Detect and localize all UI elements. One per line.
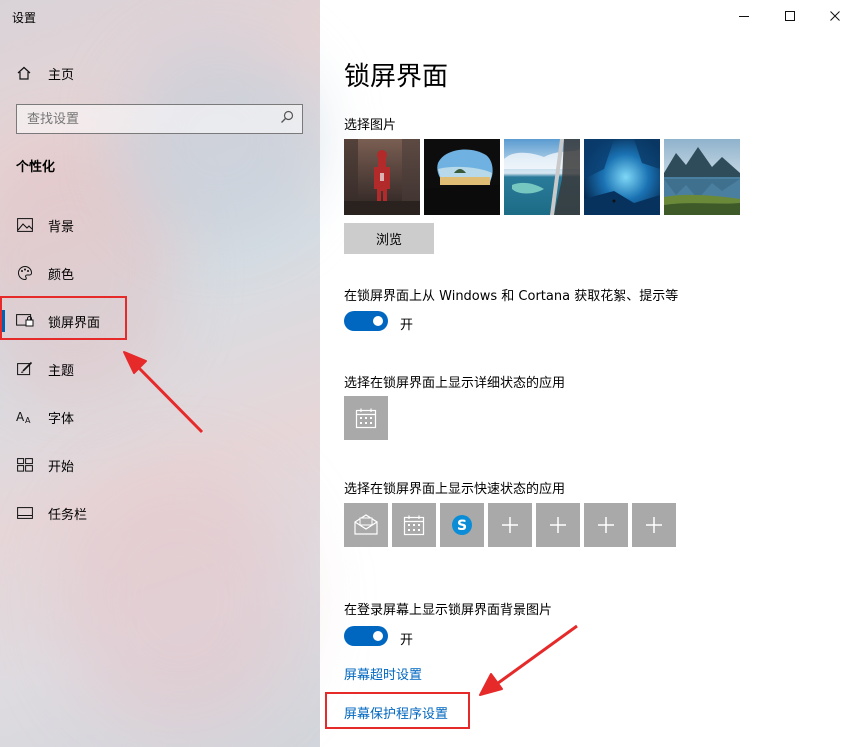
sidebar-item-label: 开始 — [48, 459, 75, 475]
section-title: 个性化 — [16, 160, 56, 175]
fun-facts-label: 在锁屏界面上从 Windows 和 Cortana 获取花絮、提示等 — [344, 289, 679, 304]
search-input[interactable] — [27, 111, 257, 127]
fun-facts-state: 开 — [400, 318, 414, 333]
detailed-status-app-calendar[interactable] — [344, 396, 388, 440]
start-icon — [16, 457, 34, 473]
add-app-button[interactable] — [536, 503, 580, 547]
signin-background-state: 开 — [400, 633, 414, 648]
add-app-button[interactable] — [632, 503, 676, 547]
window-title: 设置 — [12, 11, 37, 25]
sidebar-item-fonts[interactable]: AA 字体 — [0, 405, 320, 429]
main-content: 锁屏界面 选择图片 浏览 在锁屏界面上从 Windows 和 Cortana 获… — [320, 0, 858, 747]
annotation-highlight-box — [0, 296, 127, 340]
taskbar-icon — [16, 505, 34, 521]
maximize-button[interactable] — [767, 0, 813, 32]
choose-picture-label: 选择图片 — [344, 118, 397, 133]
plus-icon — [646, 517, 662, 533]
search-box[interactable] — [16, 104, 303, 134]
browse-button[interactable]: 浏览 — [344, 223, 434, 254]
sidebar-item-start[interactable]: 开始 — [0, 453, 320, 477]
font-icon: AA — [16, 409, 34, 425]
detailed-status-label: 选择在锁屏界面上显示详细状态的应用 — [344, 376, 566, 391]
home-nav-item[interactable]: 主页 — [16, 62, 74, 84]
picture-thumbnail[interactable] — [344, 139, 420, 215]
close-icon — [830, 11, 840, 21]
sidebar-item-themes[interactable]: 主题 — [0, 357, 320, 381]
calendar-icon — [355, 408, 377, 429]
sidebar-item-label: 背景 — [48, 219, 75, 235]
sidebar-item-colors[interactable]: 颜色 — [0, 261, 320, 285]
sidebar-item-label: 字体 — [48, 411, 75, 427]
plus-icon — [598, 517, 614, 533]
picture-icon — [16, 217, 34, 233]
skype-icon: S — [452, 515, 472, 535]
sidebar-item-label: 主题 — [48, 363, 75, 379]
sidebar-item-label: 任务栏 — [48, 507, 88, 523]
quick-status-app-mail[interactable] — [344, 503, 388, 547]
annotation-highlight-box — [325, 692, 470, 729]
quick-status-app-skype[interactable]: S — [440, 503, 484, 547]
minimize-button[interactable] — [721, 0, 767, 32]
calendar-icon — [403, 515, 425, 536]
home-icon — [16, 65, 32, 81]
fun-facts-toggle[interactable] — [344, 311, 388, 331]
search-icon[interactable] — [280, 110, 294, 128]
minimize-icon — [739, 16, 749, 17]
quick-status-label: 选择在锁屏界面上显示快速状态的应用 — [344, 482, 566, 497]
palette-icon — [16, 265, 34, 281]
page-title: 锁屏界面 — [344, 62, 449, 92]
mail-icon — [354, 514, 378, 535]
picture-thumbnail[interactable] — [664, 139, 740, 215]
home-label: 主页 — [48, 67, 75, 83]
svg-text:A: A — [25, 416, 31, 425]
add-app-button[interactable] — [584, 503, 628, 547]
plus-icon — [550, 517, 566, 533]
add-app-button[interactable] — [488, 503, 532, 547]
sidebar-item-background[interactable]: 背景 — [0, 213, 320, 237]
screen-timeout-link[interactable]: 屏幕超时设置 — [344, 664, 422, 683]
sidebar: 设置 主页 个性化 背景 颜色 锁屏界面 主题 — [0, 0, 320, 747]
signin-background-label: 在登录屏幕上显示锁屏界面背景图片 — [344, 603, 553, 618]
quick-status-app-calendar[interactable] — [392, 503, 436, 547]
plus-icon — [502, 517, 518, 533]
sidebar-item-label: 颜色 — [48, 267, 75, 283]
theme-brush-icon — [16, 361, 34, 377]
svg-text:S: S — [457, 518, 467, 534]
picture-thumbnail[interactable] — [584, 139, 660, 215]
close-button[interactable] — [812, 0, 858, 32]
picture-thumbnail[interactable] — [504, 139, 580, 215]
svg-text:A: A — [16, 410, 25, 424]
signin-background-toggle[interactable] — [344, 626, 388, 646]
picture-thumbnail[interactable] — [424, 139, 500, 215]
sidebar-item-taskbar[interactable]: 任务栏 — [0, 501, 320, 525]
maximize-icon — [785, 11, 795, 21]
